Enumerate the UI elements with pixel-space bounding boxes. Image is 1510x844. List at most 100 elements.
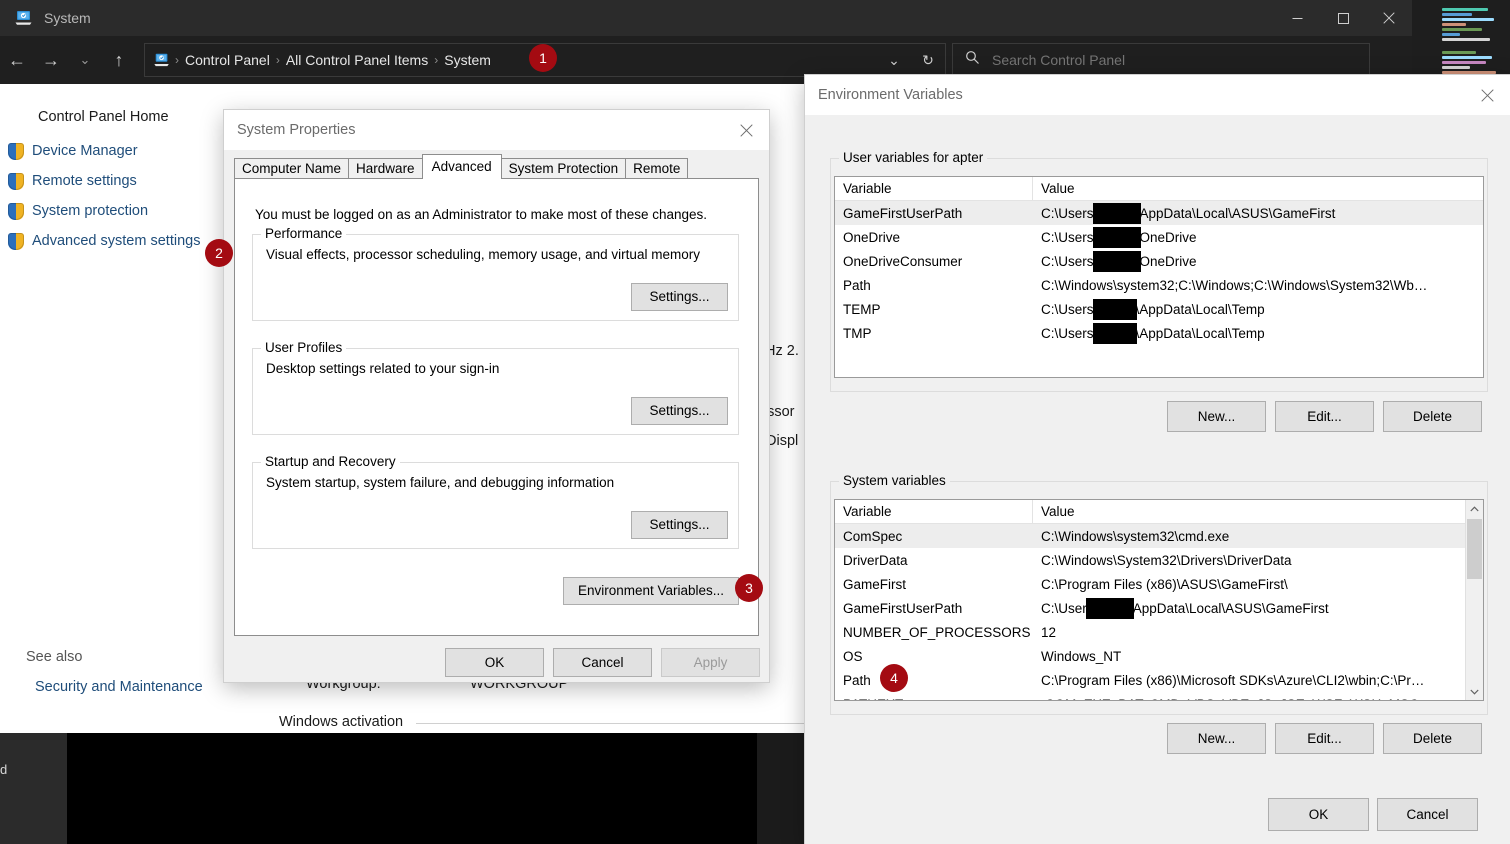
ok-button[interactable]: OK xyxy=(445,648,544,677)
redaction-box xyxy=(1085,597,1134,619)
breadcrumb-item-system[interactable]: System xyxy=(438,52,497,68)
table-row[interactable]: Path C:\Windows\system32;C:\Windows;C:\W… xyxy=(835,273,1483,297)
user-variables-delete-button[interactable]: Delete xyxy=(1383,401,1482,432)
table-row[interactable]: TMP C:\Users \AppData\Local\Temp xyxy=(835,321,1483,345)
group-system-variables: System variables Variable Value ComSpec … xyxy=(830,473,1488,715)
tab-remote[interactable]: Remote xyxy=(625,158,689,179)
annotation-badge-3: 3 xyxy=(735,574,763,602)
sidebar-item-security-and-maintenance[interactable]: Security and Maintenance xyxy=(35,679,203,695)
cell-variable: TMP xyxy=(843,325,872,341)
env-ok-button[interactable]: OK xyxy=(1268,798,1369,831)
performance-settings-button[interactable]: Settings... xyxy=(631,283,728,311)
system-variables-edit-button[interactable]: Edit... xyxy=(1275,723,1374,754)
table-row[interactable]: OS Windows_NT xyxy=(835,644,1483,668)
group-user-profiles: User Profiles Desktop settings related t… xyxy=(252,340,739,435)
cell-value: C:\Users \AppData\Local\Temp xyxy=(1033,322,1483,344)
column-header-value[interactable]: Value xyxy=(1033,177,1075,200)
column-header-variable[interactable]: Variable xyxy=(835,500,1033,523)
address-dropdown-button[interactable]: ⌄ xyxy=(877,44,911,76)
forward-button[interactable]: → xyxy=(34,42,68,78)
scroll-up-arrow[interactable] xyxy=(1466,500,1483,517)
environment-variables-dialog: Environment Variables User variables for… xyxy=(805,75,1510,844)
system-variables-new-button[interactable]: New... xyxy=(1167,723,1266,754)
breadcrumb-item-control-panel[interactable]: Control Panel xyxy=(179,52,276,68)
close-icon[interactable] xyxy=(1464,75,1510,115)
scrollbar-thumb[interactable] xyxy=(1467,519,1482,579)
cancel-button[interactable]: Cancel xyxy=(553,648,652,677)
table-row[interactable]: OneDrive C:\Users OneDrive xyxy=(835,225,1483,249)
bg-fragment-speed: Hz 2. xyxy=(765,343,799,359)
back-button[interactable]: ← xyxy=(0,42,34,78)
system-variables-list[interactable]: Variable Value ComSpec C:\Windows\system… xyxy=(834,499,1484,701)
recent-locations-button[interactable]: ⌄ xyxy=(68,42,102,78)
sidebar-item-system-protection[interactable]: System protection xyxy=(8,200,148,222)
tabstrip: Computer Name Hardware Advanced System P… xyxy=(234,154,689,179)
column-header-value[interactable]: Value xyxy=(1033,500,1075,523)
user-variables-edit-button[interactable]: Edit... xyxy=(1275,401,1374,432)
tab-system-protection[interactable]: System Protection xyxy=(500,158,627,179)
cell-value: Windows_NT xyxy=(1041,648,1122,664)
cell-value: C:\Program Files (x86)\ASUS\GameFirst\ xyxy=(1041,576,1288,592)
group-description: Visual effects, processor scheduling, me… xyxy=(266,247,700,262)
search-box[interactable] xyxy=(952,43,1370,77)
taskbar-left-region xyxy=(0,733,67,844)
cell-variable: GameFirstUserPath xyxy=(843,600,963,616)
sidebar-item-remote-settings[interactable]: Remote settings xyxy=(8,170,137,192)
search-input[interactable] xyxy=(990,51,1334,69)
cell-variable: DriverData xyxy=(843,552,908,568)
vertical-scrollbar[interactable] xyxy=(1465,500,1483,700)
scroll-down-arrow[interactable] xyxy=(1466,683,1483,700)
list-header: Variable Value xyxy=(835,177,1483,201)
tab-hardware[interactable]: Hardware xyxy=(348,158,423,179)
administrator-note: You must be logged on as an Administrato… xyxy=(255,207,708,222)
group-description: System startup, system failure, and debu… xyxy=(266,475,615,490)
close-button[interactable] xyxy=(1366,0,1412,36)
refresh-button[interactable]: ↻ xyxy=(911,44,945,76)
table-row[interactable]: OneDriveConsumer C:\Users OneDrive xyxy=(835,249,1483,273)
table-row[interactable]: ComSpec C:\Windows\system32\cmd.exe xyxy=(835,524,1483,548)
table-row[interactable]: GameFirst C:\Program Files (x86)\ASUS\Ga… xyxy=(835,572,1483,596)
redaction-box xyxy=(1092,250,1141,272)
shield-icon xyxy=(8,172,24,190)
tab-computer-name[interactable]: Computer Name xyxy=(234,158,350,179)
table-row[interactable]: PATHEXT .COM;.EXE;.BAT;.CMD;.VBS;.VBE;.J… xyxy=(835,692,1483,701)
user-profiles-settings-button[interactable]: Settings... xyxy=(631,397,728,425)
search-icon xyxy=(965,50,980,70)
group-title: Startup and Recovery xyxy=(261,454,400,469)
close-icon[interactable] xyxy=(723,110,769,150)
group-title: User variables for apter xyxy=(839,150,988,165)
up-button[interactable]: ↑ xyxy=(102,42,136,78)
cell-value: 12 xyxy=(1041,624,1057,640)
sidebar-item-control-panel-home[interactable]: Control Panel Home xyxy=(38,109,169,125)
table-row[interactable]: GameFirstUserPath C:\User AppData\Local\A… xyxy=(835,596,1483,620)
table-row[interactable]: TEMP C:\Users \AppData\Local\Temp xyxy=(835,297,1483,321)
sidebar-item-device-manager[interactable]: Device Manager xyxy=(8,140,138,162)
startup-recovery-settings-button[interactable]: Settings... xyxy=(631,511,728,539)
sidebar-item-label: Device Manager xyxy=(32,143,138,159)
system-variables-delete-button[interactable]: Delete xyxy=(1383,723,1482,754)
bg-section-windows-activation: Windows activation xyxy=(279,714,404,730)
minimize-button[interactable] xyxy=(1274,0,1320,36)
breadcrumb-item-all-control-panel-items[interactable]: All Control Panel Items xyxy=(280,52,434,68)
cell-variable: TEMP xyxy=(843,301,881,317)
see-also-heading: See also xyxy=(26,649,83,665)
env-cancel-button[interactable]: Cancel xyxy=(1377,798,1478,831)
sidebar-item-advanced-system-settings[interactable]: Advanced system settings xyxy=(8,230,200,252)
annotation-badge-4: 4 xyxy=(880,664,908,692)
sidebar-item-label: System protection xyxy=(32,203,149,219)
dialog-title: Environment Variables xyxy=(818,87,963,103)
environment-variables-button[interactable]: Environment Variables... xyxy=(563,577,739,605)
table-row[interactable]: DriverData C:\Windows\System32\Drivers\D… xyxy=(835,548,1483,572)
column-header-variable[interactable]: Variable xyxy=(835,177,1033,200)
user-variables-list[interactable]: Variable Value GameFirstUserPath C:\User… xyxy=(834,176,1484,378)
user-variables-new-button[interactable]: New... xyxy=(1167,401,1266,432)
table-row[interactable]: Path C:\Program Files (x86)\Microsoft SD… xyxy=(835,668,1483,692)
group-title: User Profiles xyxy=(261,340,347,355)
table-row[interactable]: GameFirstUserPath C:\Users AppData\Local\… xyxy=(835,201,1483,225)
table-row[interactable]: NUMBER_OF_PROCESSORS 12 xyxy=(835,620,1483,644)
cell-value: C:\Program Files (x86)\Microsoft SDKs\Az… xyxy=(1041,672,1425,688)
cell-variable: ComSpec xyxy=(843,528,903,544)
redaction-box xyxy=(1092,226,1141,248)
maximize-button[interactable] xyxy=(1320,0,1366,36)
tab-advanced[interactable]: Advanced xyxy=(421,154,502,179)
